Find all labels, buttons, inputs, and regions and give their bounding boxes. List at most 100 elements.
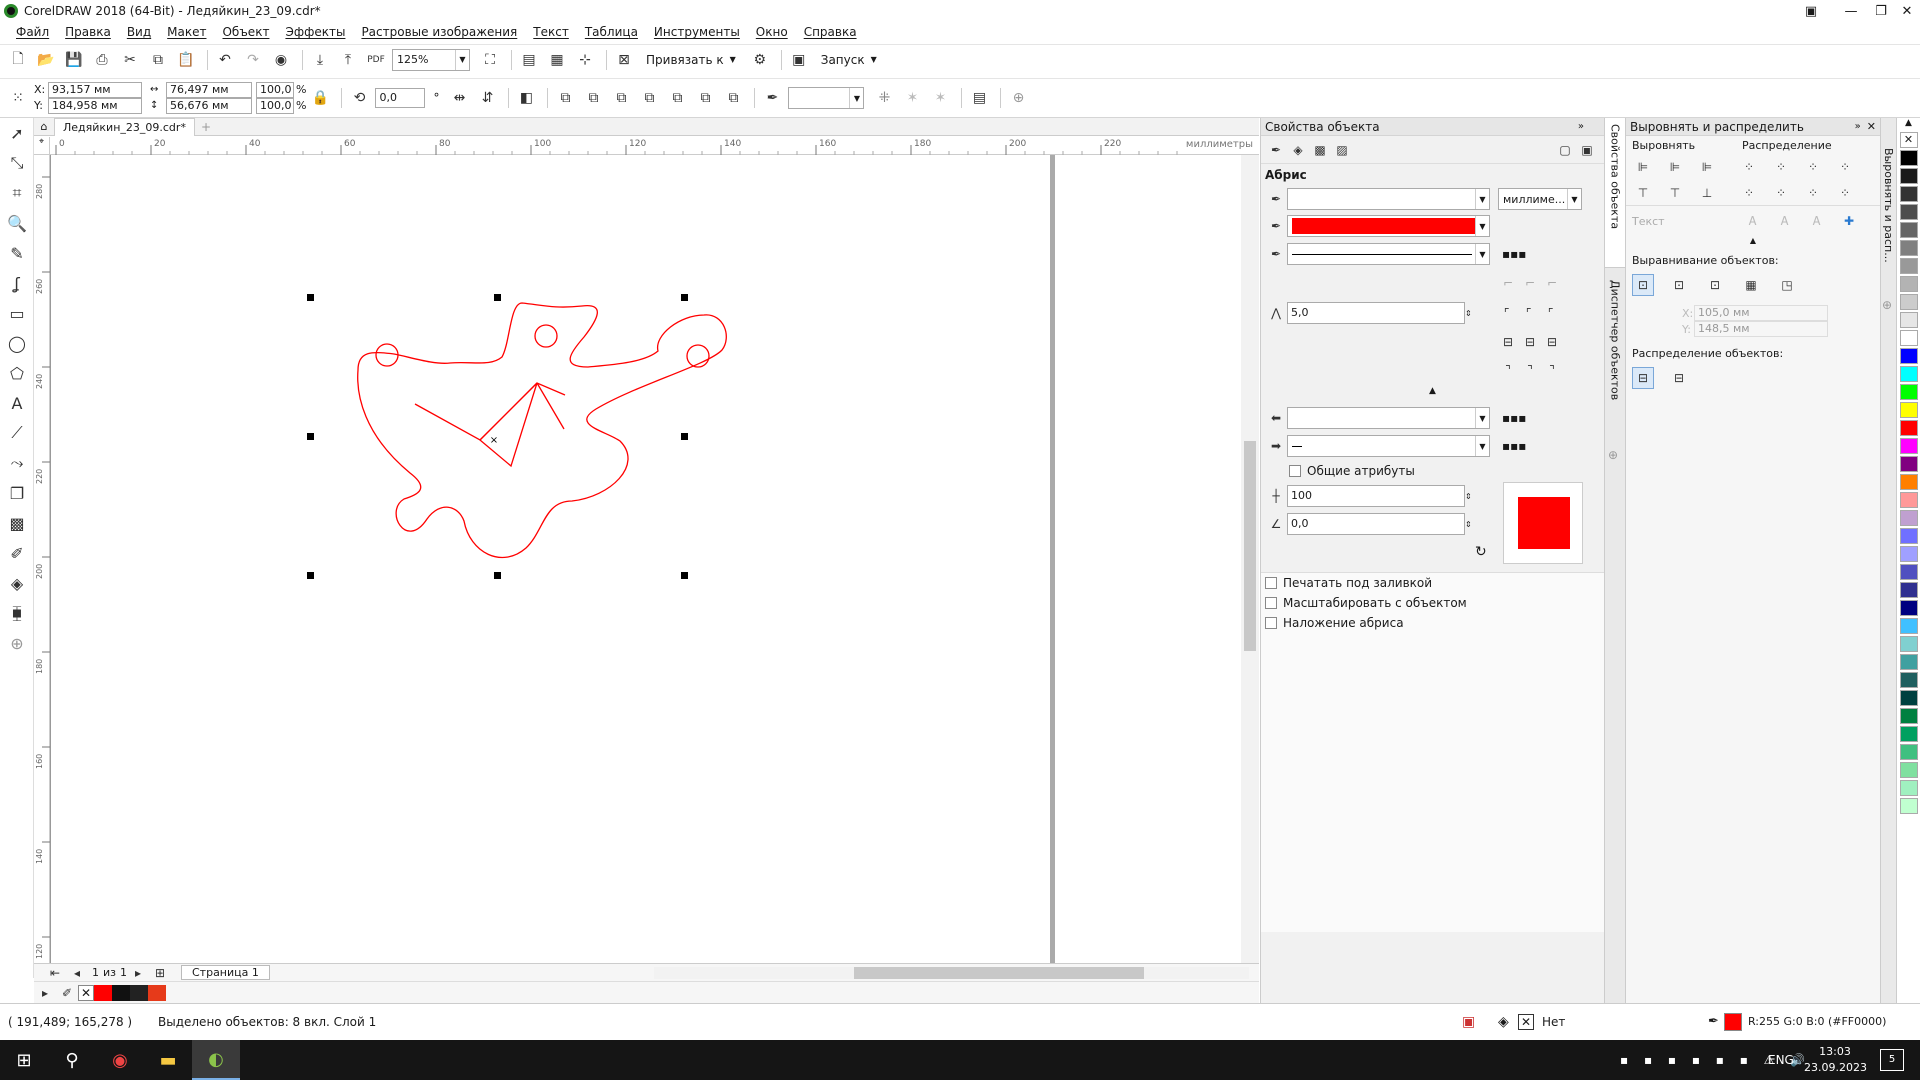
palette-swatch[interactable]: [1899, 240, 1918, 256]
chevron-down-icon[interactable]: ▼: [1475, 244, 1489, 264]
launch-icon[interactable]: ▣: [787, 48, 811, 72]
text-tool-icon[interactable]: A: [0, 388, 34, 418]
shared-attrs-checkbox[interactable]: [1289, 465, 1301, 477]
spin-icon[interactable]: ⇕: [1465, 309, 1472, 318]
chevron-down-icon[interactable]: ▼: [455, 49, 469, 70]
drawing-canvas[interactable]: ×: [50, 155, 1259, 963]
no-color-swatch[interactable]: ✕: [78, 984, 94, 1001]
palette-swatch[interactable]: [1899, 798, 1918, 814]
distribute-center-v-icon[interactable]: ⁘: [1770, 182, 1792, 204]
trim-icon[interactable]: ⧉: [581, 86, 605, 110]
clock[interactable]: 13:03 23.09.2023: [1804, 1044, 1867, 1076]
palette-swatch[interactable]: [1899, 384, 1918, 400]
print-icon[interactable]: ⎙: [90, 48, 114, 72]
palette-swatch[interactable]: [1899, 618, 1918, 634]
align-page-edge-icon[interactable]: ⊡: [1704, 274, 1726, 296]
palette-swatch[interactable]: [1899, 222, 1918, 238]
align-panel-icon[interactable]: ▤: [967, 86, 991, 110]
start-arrow-combo[interactable]: ▼: [1287, 407, 1490, 429]
align-left-icon[interactable]: ⊫: [1632, 156, 1654, 178]
position-center-icon[interactable]: ⌝: [1519, 359, 1541, 381]
close-docker-icon[interactable]: ✕: [1867, 120, 1876, 133]
eyedropper-icon[interactable]: ✐: [56, 982, 78, 1004]
mirror-horizontal-icon[interactable]: ⇹: [447, 86, 471, 110]
shape-tool-icon[interactable]: ⤡: [0, 148, 34, 178]
corner-join-round-icon[interactable]: ⌜: [1518, 302, 1540, 324]
corner-join-bevel-icon[interactable]: ⌜: [1540, 302, 1562, 324]
corner-miter-icon[interactable]: ⌐: [1497, 272, 1519, 294]
spin-icon[interactable]: ⇕: [1465, 520, 1472, 529]
polygon-tool-icon[interactable]: ⬠: [0, 358, 34, 388]
position-outside-icon[interactable]: ⌝: [1497, 359, 1519, 381]
chevron-down-icon[interactable]: ▼: [1567, 189, 1581, 209]
chrome-icon[interactable]: ◉: [96, 1050, 144, 1071]
outline-tab-icon[interactable]: ✒: [1265, 139, 1287, 161]
artistic-media-icon[interactable]: ʆ: [0, 268, 34, 298]
no-color-swatch[interactable]: ✕: [1899, 132, 1918, 148]
ellipse-tool-icon[interactable]: ◯: [0, 328, 34, 358]
guidelines-icon[interactable]: ⊹: [573, 48, 597, 72]
zoom-tool-icon[interactable]: 🔍: [0, 208, 34, 238]
wrap-text-icon[interactable]: ⁜: [872, 86, 896, 110]
text-first-line-icon[interactable]: Ꭺ: [1742, 210, 1764, 232]
menu-tools[interactable]: Инструменты: [646, 25, 748, 39]
new-tab-icon[interactable]: +: [201, 120, 211, 134]
align-point-icon[interactable]: ◳: [1776, 274, 1798, 296]
weld-icon[interactable]: ⧉: [553, 86, 577, 110]
drawing-svg[interactable]: ×: [50, 155, 1259, 963]
palette-swatch[interactable]: [1899, 420, 1918, 436]
palette-swatch[interactable]: [1899, 258, 1918, 274]
language-indicator[interactable]: ENG: [1768, 1053, 1794, 1067]
add-docker-icon[interactable]: ⊕: [1882, 298, 1892, 312]
page-tab[interactable]: Страница 1: [181, 965, 270, 980]
align-active-icon[interactable]: ⊡: [1632, 274, 1654, 296]
convert-icon[interactable]: ✶: [900, 86, 924, 110]
menu-effects[interactable]: Эффекты: [277, 25, 353, 39]
intersect-icon[interactable]: ⧉: [609, 86, 633, 110]
new-document-icon[interactable]: 🗋: [6, 48, 30, 72]
back-minus-front-icon[interactable]: ⧉: [693, 86, 717, 110]
simplify-icon[interactable]: ⧉: [637, 86, 661, 110]
palette-swatch[interactable]: [1899, 762, 1918, 778]
chevron-down-icon[interactable]: ▼: [730, 55, 736, 64]
outline-color-combo[interactable]: ▼: [1287, 215, 1490, 237]
color-proof-icon[interactable]: ▣: [1462, 1014, 1475, 1030]
palette-swatch[interactable]: [1899, 744, 1918, 760]
fill-tab-icon[interactable]: ◈: [1287, 139, 1309, 161]
open-icon[interactable]: 📂: [34, 48, 58, 72]
position-inside-icon[interactable]: ⌝: [1541, 359, 1563, 381]
miter-limit-field[interactable]: 5,0: [1287, 302, 1465, 324]
distribute-center-h-icon[interactable]: ⁘: [1770, 156, 1792, 178]
align-center-h-icon[interactable]: ⊫: [1664, 156, 1686, 178]
distribute-right-icon[interactable]: ⁘: [1802, 156, 1824, 178]
menu-object[interactable]: Объект: [214, 25, 277, 39]
palette-arrow-icon[interactable]: ▸: [34, 982, 56, 1004]
collapse-arrow-icon[interactable]: ▲: [1626, 236, 1880, 250]
zoom-combo[interactable]: 125% ▼: [392, 48, 470, 71]
drop-shadow-icon[interactable]: ❐: [0, 478, 34, 508]
palette-swatch[interactable]: [1899, 726, 1918, 742]
corner-join-miter-icon[interactable]: ⌜: [1496, 302, 1518, 324]
add-docker-icon[interactable]: ⊕: [1608, 448, 1618, 462]
palette-swatch[interactable]: [1899, 600, 1918, 616]
palette-swatch[interactable]: [1899, 582, 1918, 598]
center-marker[interactable]: ×: [490, 435, 498, 446]
options-gear-icon[interactable]: ⚙: [748, 48, 772, 72]
align-selected-icon[interactable]: ⊡: [1668, 274, 1690, 296]
vertical-scrollbar[interactable]: [1241, 155, 1259, 963]
palette-swatch[interactable]: [1899, 150, 1918, 166]
front-minus-back-icon[interactable]: ⧉: [665, 86, 689, 110]
ribbon-toggle-icon[interactable]: ▣: [1796, 0, 1826, 22]
distribute-selection-icon[interactable]: ⊟: [1632, 367, 1654, 389]
rulers-icon[interactable]: ▤: [517, 48, 541, 72]
width-field[interactable]: 76,497 мм: [166, 82, 252, 98]
menu-layout[interactable]: Макет: [159, 25, 214, 39]
mirror-vertical-icon[interactable]: ⇵: [475, 86, 499, 110]
import-icon[interactable]: ⤓: [308, 48, 332, 72]
stretch-field[interactable]: 100: [1287, 485, 1465, 507]
add-icon[interactable]: ⊕: [1006, 86, 1030, 110]
swatch-black[interactable]: [112, 984, 130, 1001]
text-last-line-icon[interactable]: Ꭺ: [1774, 210, 1796, 232]
palette-swatch[interactable]: [1899, 348, 1918, 364]
transparency-tab-icon[interactable]: ▩: [1309, 139, 1331, 161]
